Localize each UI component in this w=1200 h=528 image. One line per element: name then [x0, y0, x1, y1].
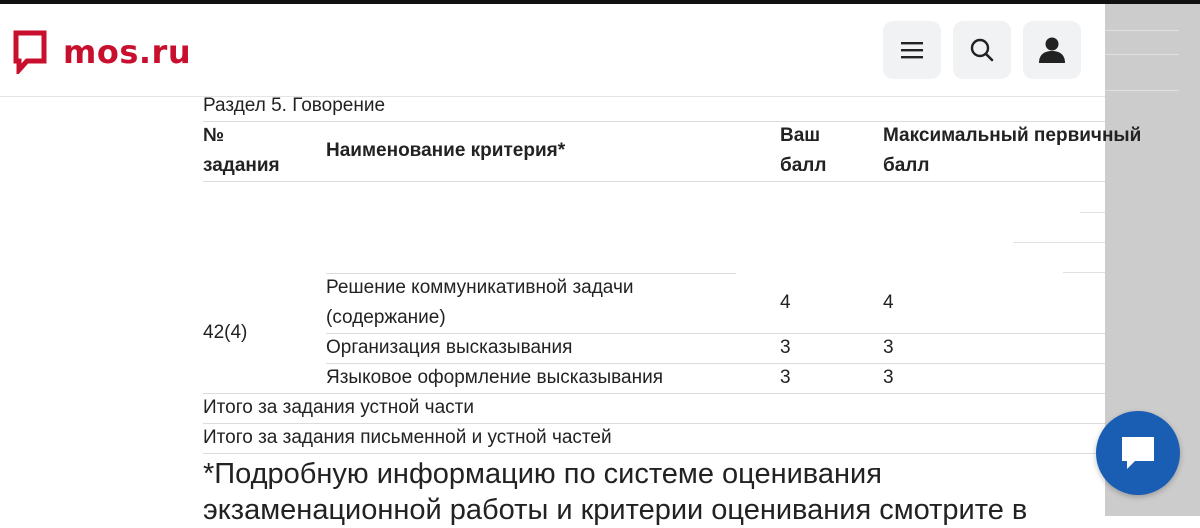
score-2: 3	[780, 337, 791, 358]
menu-button[interactable]	[883, 21, 941, 79]
score-1: 4	[780, 292, 791, 313]
search-icon	[970, 38, 994, 62]
divider	[1080, 212, 1105, 213]
max-1: 4	[883, 292, 894, 313]
divider	[1063, 272, 1105, 273]
divider	[203, 181, 1105, 182]
criterion-3: Языковое оформление высказывания	[326, 367, 664, 388]
site-header: mos.ru	[0, 4, 1105, 97]
footnote-line2: экзаменационной работы и критерии оценив…	[203, 494, 1028, 526]
score-3: 3	[780, 367, 791, 388]
header-score-line2: балл	[780, 155, 827, 176]
header-max-line2: балл	[883, 155, 930, 176]
criterion-1-line2: (содержание)	[326, 307, 446, 328]
divider	[1105, 30, 1179, 31]
criterion-1-line1: Решение коммуникативной задачи	[326, 277, 634, 298]
chat-icon	[1122, 437, 1154, 469]
total-oral: Итого за задания устной части	[203, 397, 474, 418]
menu-icon	[901, 42, 923, 59]
chat-button[interactable]	[1096, 411, 1180, 495]
section-title: Раздел 5. Говорение	[203, 95, 386, 116]
divider	[1105, 90, 1179, 91]
max-3: 3	[883, 367, 894, 388]
header-task-no-line2: задания	[203, 155, 280, 176]
max-2: 3	[883, 337, 894, 358]
mos-ru-logo[interactable]: mos.ru	[13, 30, 191, 74]
total-written-oral: Итого за задания письменной и устной час…	[203, 427, 612, 448]
logo-icon	[13, 30, 47, 74]
divider	[1105, 54, 1179, 55]
header-criterion: Наименование критерия*	[326, 140, 566, 161]
divider	[203, 453, 1105, 454]
logo-text: mos.ru	[63, 33, 192, 71]
user-icon	[1039, 37, 1065, 63]
criterion-2: Организация высказывания	[326, 337, 573, 358]
footnote-line1: *Подробную информацию по системе оценива…	[203, 458, 882, 490]
header-score-line1: Ваш	[780, 125, 821, 146]
header-max-line1: Максимальный первичный	[883, 125, 1142, 146]
divider	[1013, 242, 1105, 243]
header-task-no-line1: №	[203, 125, 225, 146]
profile-button[interactable]	[1023, 21, 1081, 79]
task-id: 42(4)	[203, 322, 248, 343]
search-button[interactable]	[953, 21, 1011, 79]
